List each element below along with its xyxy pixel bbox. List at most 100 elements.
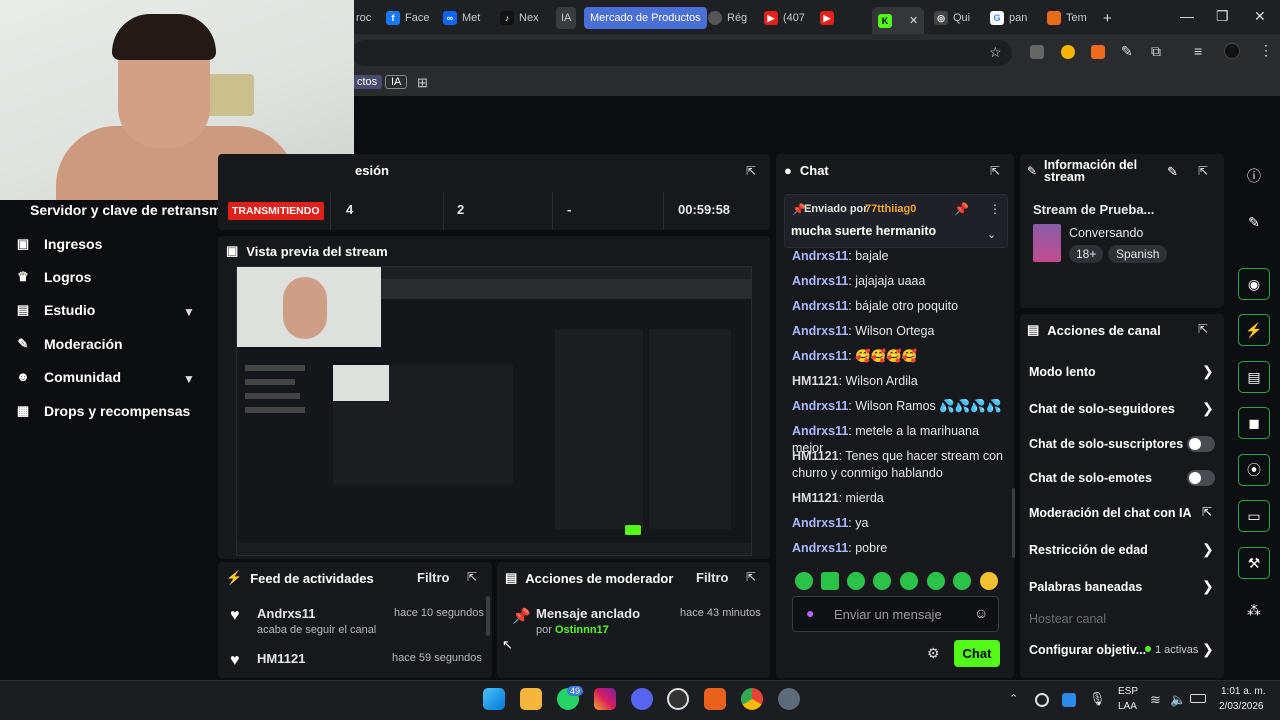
gear-icon[interactable]: ⚙ xyxy=(927,645,940,662)
chevron-right-icon[interactable]: ❯ xyxy=(1202,641,1214,658)
emote-icon[interactable] xyxy=(927,572,945,590)
emote-icon[interactable] xyxy=(795,572,813,590)
chevron-right-icon[interactable]: ❯ xyxy=(1202,400,1214,417)
avatar[interactable] xyxy=(1224,43,1240,59)
maximize-icon[interactable]: ❐ xyxy=(1216,8,1229,25)
document-icon[interactable]: ▤ xyxy=(1238,361,1270,393)
filter-button[interactable]: Filtro xyxy=(696,570,729,585)
more-options-icon[interactable]: ⋮ xyxy=(989,202,1001,216)
chat-username[interactable]: Andrxs11 xyxy=(792,324,848,338)
obs-icon[interactable] xyxy=(667,688,689,710)
stream-video[interactable] xyxy=(236,266,752,556)
channel-action-goals[interactable]: Configurar objetiv... xyxy=(1029,643,1146,657)
clock-time[interactable]: 1:01 a. m. xyxy=(1221,686,1265,697)
settings-icon[interactable] xyxy=(778,688,800,710)
chat-bubble-icon[interactable]: ◼ xyxy=(1238,407,1270,439)
browser-tab[interactable]: IA xyxy=(556,7,577,29)
bolt-icon[interactable]: ⚡ xyxy=(1238,314,1270,346)
sidebar-item-moderacion[interactable]: ✎ Moderación xyxy=(16,336,123,352)
send-chat-button[interactable]: Chat xyxy=(954,640,1000,667)
chevron-down-icon[interactable]: ⌄ xyxy=(987,228,996,241)
volume-icon[interactable]: 🔈 xyxy=(1170,692,1186,708)
emoji-icon[interactable]: ☺ xyxy=(974,605,988,621)
pinned-user[interactable]: 77tthiiag0 xyxy=(865,203,916,215)
apps-grid-icon[interactable]: ⊞ xyxy=(417,75,428,91)
channel-action-followers-only[interactable]: Chat de solo-seguidores xyxy=(1029,402,1175,416)
browser-tab[interactable]: ▶ xyxy=(820,7,834,29)
brave-icon[interactable] xyxy=(704,688,726,710)
channel-action-ai-moderation[interactable]: Moderación del chat con IA xyxy=(1029,506,1192,520)
eyedropper-icon[interactable]: ✎ xyxy=(1121,43,1133,60)
popout-icon[interactable]: ⇱ xyxy=(990,164,1000,178)
chat-username[interactable]: Andrxs11 xyxy=(792,541,848,555)
retransmit-label[interactable]: Servidor y clave de retransm xyxy=(30,202,221,218)
filter-button[interactable]: Filtro xyxy=(417,570,450,585)
chat-username[interactable]: HM1121 xyxy=(792,449,839,463)
tag[interactable]: 18+ xyxy=(1069,245,1104,263)
emote-icon[interactable] xyxy=(953,572,971,590)
chat-username[interactable]: HM1121 xyxy=(792,491,839,505)
screenshot-icon[interactable]: ◉ xyxy=(1238,268,1270,300)
translate-icon[interactable] xyxy=(1030,45,1044,59)
channel-action-age-restriction[interactable]: Restricción de edad xyxy=(1029,543,1148,557)
edit-icon[interactable]: ✎ xyxy=(1167,164,1178,180)
browser-tab[interactable]: Gpan xyxy=(990,7,1027,29)
discord-icon[interactable] xyxy=(631,688,653,710)
emote-icon[interactable] xyxy=(873,572,891,590)
popout-icon[interactable]: ⇱ xyxy=(746,164,756,178)
activity-user[interactable]: HM1121 xyxy=(257,651,305,666)
media-icon[interactable]: ≡ xyxy=(1194,43,1202,59)
browser-tab[interactable]: ∞ Met xyxy=(443,7,480,29)
store-icon[interactable] xyxy=(520,688,542,710)
star-icon[interactable]: ☆ xyxy=(989,44,1002,61)
camera-icon[interactable]: ▭ xyxy=(1238,500,1270,532)
browser-tab[interactable]: Tem xyxy=(1047,7,1087,29)
chevron-up-icon[interactable]: ⌃ xyxy=(1009,692,1018,705)
puzzle-icon[interactable]: ⧉ xyxy=(1151,43,1161,60)
instagram-icon[interactable] xyxy=(594,688,616,710)
chevron-down-icon[interactable]: ▼ xyxy=(183,372,195,386)
sync-icon[interactable] xyxy=(1035,693,1049,707)
wifi-icon[interactable]: ≋ xyxy=(1150,692,1161,708)
channel-action-slow-mode[interactable]: Modo lento xyxy=(1029,365,1096,379)
chat-username[interactable]: HM1121 xyxy=(792,374,839,388)
browser-tab[interactable]: ♪ Nex xyxy=(500,7,539,29)
minimize-icon[interactable]: — xyxy=(1180,8,1194,24)
extension-icon[interactable] xyxy=(1061,45,1075,59)
chevron-right-icon[interactable]: ❯ xyxy=(1202,578,1214,595)
info-icon[interactable]: ⓘ xyxy=(1238,160,1270,192)
chat-username[interactable]: Andrxs11 xyxy=(792,399,848,413)
menu-icon[interactable]: ⋮ xyxy=(1259,42,1273,59)
shield-icon[interactable] xyxy=(1062,693,1076,707)
browser-tab[interactable]: ▶ (407 xyxy=(764,7,805,29)
language-code[interactable]: ESP xyxy=(1118,686,1138,697)
sidebar-item-ingresos[interactable]: ▣ Ingresos xyxy=(16,236,103,252)
layout-icon[interactable]: ⁂ xyxy=(1238,594,1270,626)
emote-icon[interactable] xyxy=(821,572,839,590)
tag[interactable]: Spanish xyxy=(1108,245,1168,263)
popout-icon[interactable]: ⇱ xyxy=(746,570,756,584)
chat-username[interactable]: Andrxs11 xyxy=(792,349,848,363)
popout-icon[interactable]: ⇱ xyxy=(1198,322,1208,336)
activity-user[interactable]: Andrxs11 xyxy=(257,606,316,621)
unpin-icon[interactable]: 📌 xyxy=(954,202,969,216)
battery-icon[interactable] xyxy=(1190,694,1206,703)
close-window-icon[interactable]: ✕ xyxy=(1254,8,1266,25)
mod-action-user[interactable]: Ostinnn17 xyxy=(555,624,609,636)
chevron-down-icon[interactable]: ▼ xyxy=(183,305,195,319)
browser-tab-group[interactable]: Mercado de Productos xyxy=(584,7,707,29)
emote-icon[interactable] xyxy=(847,572,865,590)
emote-icon[interactable] xyxy=(900,572,918,590)
bookmark-item[interactable]: IA xyxy=(385,75,408,89)
popout-icon[interactable]: ⇱ xyxy=(1198,164,1208,178)
chat-username[interactable]: Andrxs11 xyxy=(792,424,848,438)
chat-username[interactable]: Andrxs11 xyxy=(792,274,848,288)
sidebar-item-drops[interactable]: ▦ Drops y recompensas xyxy=(16,403,190,419)
sidebar-item-logros[interactable]: ♛ Logros xyxy=(16,269,91,285)
close-tab-icon[interactable]: ✕ xyxy=(909,14,918,27)
broadcast-icon[interactable]: ⦿ xyxy=(1238,454,1270,486)
category-thumbnail[interactable] xyxy=(1033,224,1061,262)
scrollbar[interactable] xyxy=(486,596,490,636)
chat-scrollbar[interactable] xyxy=(1012,488,1015,558)
chat-username[interactable]: Andrxs11 xyxy=(792,516,848,530)
